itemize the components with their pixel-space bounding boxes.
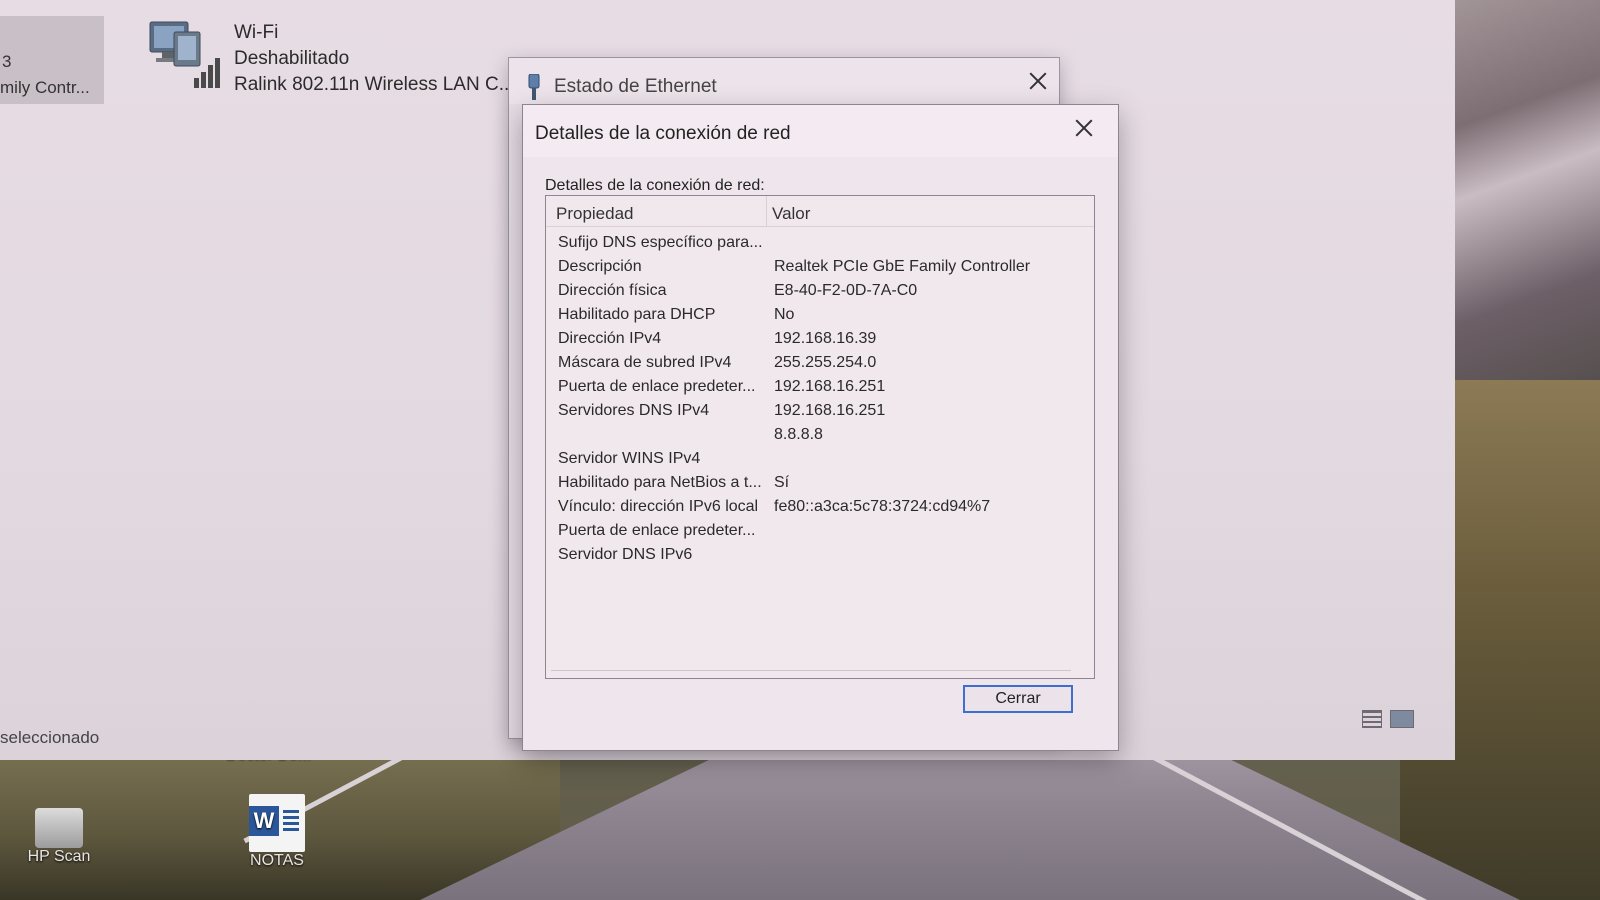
table-row[interactable]: Servidor WINS IPv4 (546, 448, 1094, 472)
row-value: Sí (774, 474, 790, 491)
row-property: Máscara de subred IPv4 (558, 354, 732, 371)
table-row[interactable]: Puerta de enlace predeter... 192.168.16.2… (546, 376, 1094, 400)
ethernet-status-title: Estado de Ethernet (554, 76, 717, 97)
table-row[interactable]: Dirección física E8-40-F2-0D-7A-C0 (546, 280, 1094, 304)
wifi-adapter-name: Wi-Fi (234, 22, 279, 43)
adapter-tile-name: mily Contr... (0, 78, 90, 97)
desktop-icon-label: NOTAS (250, 852, 304, 869)
row-value: 8.8.8.8 (774, 426, 823, 443)
row-property: Sufijo DNS específico para... (558, 234, 763, 251)
details-section-label: Detalles de la conexión de red: (545, 177, 765, 194)
desktop-icon-notas[interactable]: W NOTAS (232, 794, 322, 870)
row-property: Vínculo: dirección IPv6 local (558, 498, 759, 515)
row-value: E8-40-F2-0D-7A-C0 (774, 282, 918, 299)
table-row[interactable]: Habilitado para NetBios a t... Sí (546, 472, 1094, 496)
wifi-adapter-description: Ralink 802.11n Wireless LAN C... (234, 74, 515, 95)
table-row[interactable]: Puerta de enlace predeter... (546, 520, 1094, 544)
table-row[interactable]: Habilitado para DHCP No (546, 304, 1094, 328)
table-row[interactable]: Servidores DNS IPv4 192.168.16.251 (546, 400, 1094, 424)
table-row[interactable]: 8.8.8.8 (546, 424, 1094, 448)
table-row[interactable]: Dirección IPv4 192.168.16.39 (546, 328, 1094, 352)
row-value: Realtek PCIe GbE Family Controller (774, 258, 1031, 275)
row-value: 192.168.16.39 (774, 330, 877, 347)
network-details-dialog: Detalles de la conexión de red Detalles … (522, 104, 1119, 751)
row-property: Servidor DNS IPv6 (558, 546, 693, 563)
details-view-icon[interactable] (1362, 710, 1382, 728)
row-property: Descripción (558, 258, 642, 275)
row-value: 255.255.254.0 (774, 354, 877, 371)
column-divider[interactable] (766, 196, 767, 226)
wifi-adapter-status: Deshabilitado (234, 48, 350, 69)
table-row[interactable]: Vínculo: dirección IPv6 local fe80::a3ca:… (546, 496, 1094, 520)
row-value: 192.168.16.251 (774, 402, 886, 419)
word-document-icon: W (249, 794, 305, 852)
row-property: Servidores DNS IPv4 (558, 402, 710, 419)
listview-rows: Sufijo DNS específico para... Descripció… (546, 232, 1094, 568)
row-property: Puerta de enlace predeter... (558, 522, 756, 539)
desktop-icon-hp-scan[interactable]: HP Scan (14, 808, 104, 866)
row-property: Servidor WINS IPv4 (558, 450, 701, 467)
network-details-titlebar[interactable]: Detalles de la conexión de red (523, 105, 1118, 157)
column-header-value[interactable]: Valor (772, 204, 810, 224)
adapter-tile-number: 3 (2, 52, 12, 71)
ethernet-status-titlebar[interactable]: Estado de Ethernet (509, 58, 1059, 104)
row-property: Habilitado para DHCP (558, 306, 716, 323)
listview-header: Propiedad Valor (546, 196, 1094, 227)
ethernet-icon (528, 74, 540, 100)
table-row[interactable]: Máscara de subred IPv4 255.255.254.0 (546, 352, 1094, 376)
row-property: Dirección IPv4 (558, 330, 662, 347)
table-row[interactable]: Sufijo DNS específico para... (546, 232, 1094, 256)
dialog-separator (551, 670, 1071, 671)
row-value: No (774, 306, 795, 323)
view-toggle (1362, 710, 1422, 732)
table-row[interactable]: Descripción Realtek PCIe GbE Family Contr… (546, 256, 1094, 280)
network-adapter-tile[interactable]: 3 mily Contr... (0, 16, 104, 104)
row-property: Dirección física (558, 282, 667, 299)
large-icons-view-icon[interactable] (1390, 710, 1414, 728)
scanner-icon (35, 808, 83, 848)
table-row[interactable]: Servidor DNS IPv6 (546, 544, 1094, 568)
close-icon[interactable] (1029, 72, 1047, 90)
details-listview[interactable]: Propiedad Valor Sufijo DNS específico pa… (545, 195, 1095, 679)
wifi-adapter-info[interactable]: Wi-Fi Deshabilitado Ralink 802.11n Wirel… (234, 20, 515, 98)
row-value: fe80::a3ca:5c78:3724:cd94%7 (774, 498, 991, 515)
column-header-property[interactable]: Propiedad (556, 204, 634, 224)
row-value: 192.168.16.251 (774, 378, 886, 395)
row-property: Puerta de enlace predeter... (558, 378, 756, 395)
network-details-title: Detalles de la conexión de red (535, 123, 791, 144)
close-icon[interactable] (1075, 119, 1093, 137)
cerrar-button[interactable]: Cerrar (963, 685, 1073, 713)
row-property: Habilitado para NetBios a t... (558, 474, 762, 491)
desktop-icon-label: HP Scan (27, 848, 91, 865)
status-bar-text: seleccionado (0, 728, 100, 747)
wifi-adapter-icon[interactable] (148, 18, 224, 90)
wallpaper-road (420, 740, 1520, 900)
